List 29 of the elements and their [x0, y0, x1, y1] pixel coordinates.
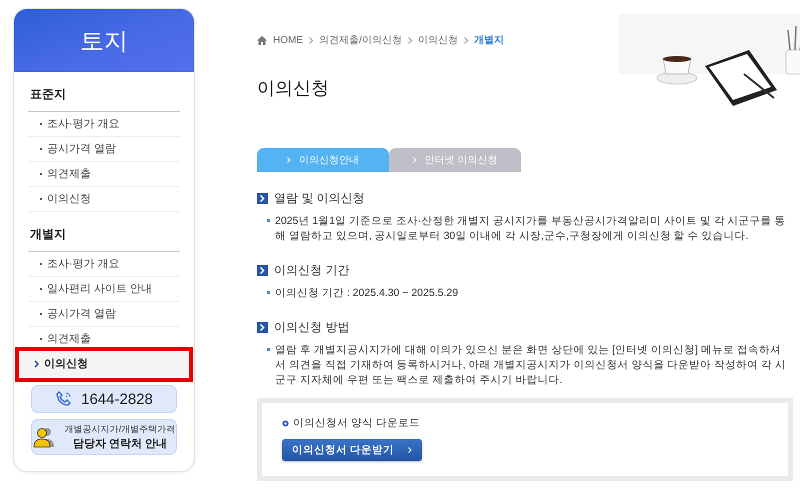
section-text: 이의신청 기간 : 2025.4.30 ~ 2025.5.29: [275, 287, 458, 299]
sidebar-item[interactable]: 의견제출: [28, 162, 180, 187]
contact-subtitle: 개별공시지가/개별주택가격: [64, 423, 176, 436]
breadcrumb-link[interactable]: 개별지: [474, 33, 504, 47]
section-heading: 이의신청 방법: [274, 319, 350, 336]
breadcrumb-link[interactable]: HOME: [273, 34, 303, 46]
section-text: 열람 후 개별지공시지가에 대해 이의가 있으신 분은 화면 상단에 있는 [인터넷 이의신청] 메뉴로 접속하셔서 의견을 직접 기재하여 등록하시거나, 아래 개별지공시지가 이의신청서 양식을 다운받아 작성하여 각 시군구 지자체에 우편 또는 팩스로 제출하여 주시기 바랍니다.: [275, 344, 786, 386]
download-button[interactable]: 이의신청서 다운받기: [282, 439, 422, 461]
contact-title: 담당자 연락처 안내: [72, 437, 168, 451]
section-heading: 열람 및 이의신청: [274, 190, 365, 207]
breadcrumb-link[interactable]: 의견제출/이의신청: [319, 33, 402, 47]
section-text: 2025년 1월1일 기준으로 조사·산정한 개별지 공시지가를 부동산공시가격알리미 사이트 및 각 시군구를 통해 열람하고 있으며, 공시일로부터 30일 이내에 각 시장,군수,구청장에게 이의신청 할 수 있습니다.: [275, 215, 786, 242]
breadcrumb-link[interactable]: 이의신청: [418, 33, 458, 47]
page-title: 이의신청: [257, 77, 330, 99]
sidebar-item[interactable]: 공시가격 열람: [28, 302, 180, 327]
sidebar-item[interactable]: 공시가격 열람: [28, 137, 180, 162]
sidebar-item[interactable]: 이의신청: [28, 187, 180, 212]
sidebar-item[interactable]: 이의신청: [20, 352, 188, 377]
sidebar-item[interactable]: 조사·평가 개요: [28, 112, 180, 137]
contact-banner[interactable]: 개별공시지가/개별주택가격 담당자 연락처 안내: [31, 419, 177, 455]
sidebar-group-heading: 개별지: [28, 212, 180, 252]
sidebar-item[interactable]: 조사·평가 개요: [28, 252, 180, 277]
phone-banner[interactable]: 1644-2828: [31, 385, 177, 413]
phone-number: 1644-2828: [81, 390, 153, 408]
sidebar-item[interactable]: 일사편리 사이트 안내: [28, 277, 180, 302]
section-heading: 이의신청 기간: [274, 262, 350, 279]
sidebar-group-heading: 표준지: [28, 72, 180, 112]
download-label: 이의신청서 양식 다운로드: [293, 416, 420, 430]
sidebar-title: 토지: [14, 9, 194, 72]
